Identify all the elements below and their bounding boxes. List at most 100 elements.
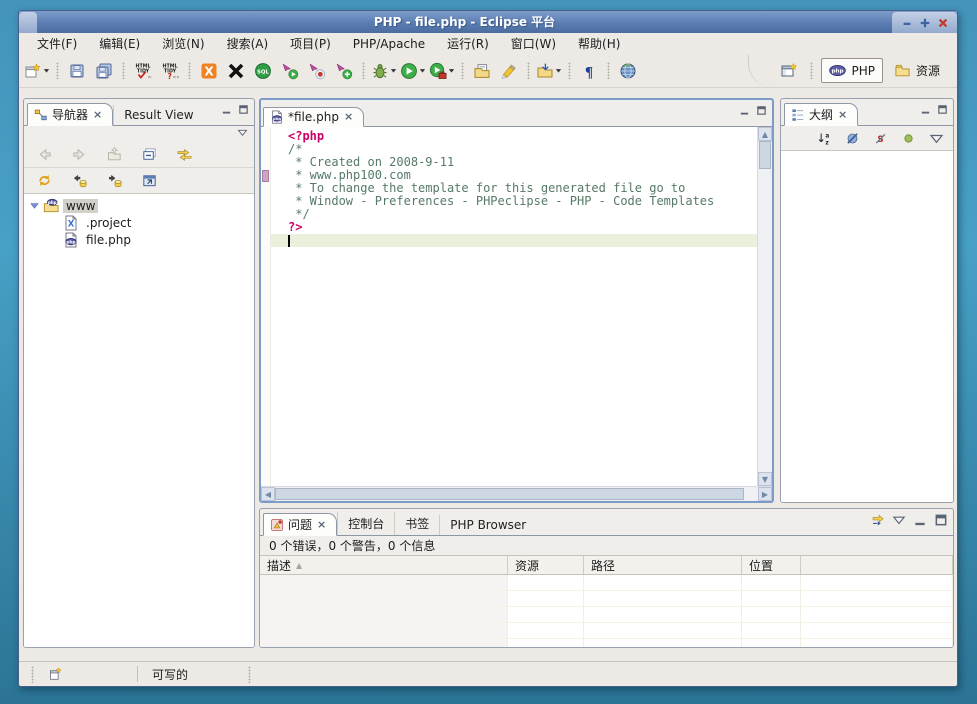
last-edit-location-button[interactable] <box>535 59 563 83</box>
menu-item-5[interactable]: PHP/Apache <box>345 35 433 53</box>
filter-button[interactable] <box>871 513 885 527</box>
refresh-button[interactable] <box>31 170 57 192</box>
scroll-down-icon[interactable]: ▼ <box>758 472 772 486</box>
dropdown-arrow-icon[interactable] <box>42 67 50 74</box>
dropdown-arrow-icon[interactable] <box>389 67 397 74</box>
run-button[interactable] <box>399 59 427 83</box>
tab-navigator[interactable]: 导航器× <box>27 103 113 126</box>
tree-item-www[interactable]: phpwww <box>24 197 254 214</box>
link-with-editor-button[interactable] <box>171 144 197 166</box>
column-header-3[interactable]: 位置 <box>742 556 801 574</box>
editor-tab-file-php[interactable]: php *file.php × <box>263 107 364 127</box>
expand-arrow-icon[interactable] <box>30 201 39 210</box>
up-button[interactable] <box>101 144 127 166</box>
column-header-1[interactable]: 资源 <box>508 556 584 574</box>
vertical-scroll-thumb[interactable] <box>759 141 771 169</box>
minimize-icon[interactable] <box>739 105 750 116</box>
new-wizard-button[interactable] <box>23 59 51 83</box>
view-menu-button[interactable] <box>892 513 906 527</box>
menu-item-0[interactable]: 文件(F) <box>29 33 85 54</box>
tab-书签[interactable]: 书签 <box>394 512 439 535</box>
close-icon[interactable]: × <box>837 110 848 120</box>
titlebar[interactable]: PHP - file.php - Eclipse 平台 <box>19 11 957 33</box>
view-menu-button[interactable] <box>926 128 946 148</box>
column-header-0[interactable]: 描述▲ <box>260 556 508 574</box>
save-all-button[interactable] <box>91 59 117 83</box>
minimize-button[interactable] <box>899 15 914 30</box>
menu-item-1[interactable]: 编辑(E) <box>91 33 148 54</box>
maximize-button[interactable] <box>917 15 932 30</box>
highlighter-button[interactable] <box>496 59 522 83</box>
show-in-window-button[interactable] <box>136 170 162 192</box>
save-button[interactable] <box>64 59 90 83</box>
fast-view-icon[interactable] <box>47 666 63 682</box>
perspective-资源-button[interactable]: 资源 <box>886 58 948 83</box>
minimize-icon[interactable] <box>221 104 232 115</box>
back-button[interactable] <box>31 144 57 166</box>
menu-item-2[interactable]: 浏览(N) <box>154 33 212 54</box>
next-target-button[interactable] <box>101 170 127 192</box>
maximize-icon[interactable] <box>756 105 767 116</box>
window-icon-tab[interactable] <box>19 12 37 33</box>
minimize-icon[interactable] <box>920 104 931 115</box>
debug-button[interactable] <box>370 59 398 83</box>
close-button[interactable] <box>935 15 950 30</box>
close-icon[interactable]: × <box>343 112 354 122</box>
menu-item-8[interactable]: 帮助(H) <box>570 33 628 54</box>
open-resource-button[interactable] <box>469 59 495 83</box>
scroll-up-icon[interactable]: ▲ <box>758 127 772 141</box>
tab-result-view[interactable]: Result View <box>113 105 203 125</box>
apache-start-button[interactable] <box>277 59 303 83</box>
perspective-php-button[interactable]: phpPHP <box>821 58 883 83</box>
open-perspective-button[interactable] <box>776 59 802 83</box>
vertical-scrollbar[interactable]: ▲ ▼ <box>757 127 772 486</box>
dropdown-arrow-icon[interactable] <box>447 67 455 74</box>
forward-button[interactable] <box>66 144 92 166</box>
apache-restart-button[interactable] <box>331 59 357 83</box>
code-editor[interactable]: <?php/* * Created on 2008-9-11 * www.php… <box>271 127 757 486</box>
view-menu-icon[interactable] <box>237 127 248 142</box>
xampp-stop-button[interactable] <box>223 59 249 83</box>
dropdown-arrow-icon[interactable] <box>418 67 426 74</box>
maximize-icon[interactable] <box>937 104 948 115</box>
close-icon[interactable]: × <box>316 520 327 530</box>
public-filter-button[interactable] <box>898 128 918 148</box>
maximize-icon[interactable] <box>238 104 249 115</box>
annotation-ruler[interactable] <box>261 127 271 486</box>
vertical-scroll-track[interactable] <box>758 141 772 472</box>
minimize-button[interactable] <box>913 513 927 527</box>
mysql-start-button[interactable]: SQL <box>250 59 276 83</box>
menu-item-4[interactable]: 项目(P) <box>282 33 339 54</box>
toolbar-group-0 <box>23 59 51 83</box>
html-tidy-help-button[interactable]: HTMLTIDY?<> <box>157 59 183 83</box>
tree-item-file-php[interactable]: phpfile.php <box>24 231 254 248</box>
tab-outline[interactable]: 大纲 × <box>784 103 858 126</box>
maximize-button[interactable] <box>934 513 948 527</box>
sort-az-button[interactable]: az <box>814 128 834 148</box>
tab-控制台[interactable]: 控制台 <box>337 512 394 535</box>
hide-static-button[interactable]: S <box>870 128 890 148</box>
menu-item-3[interactable]: 搜索(A) <box>219 33 277 54</box>
horizontal-scroll-thumb[interactable] <box>275 488 744 500</box>
menu-item-6[interactable]: 运行(R) <box>439 33 497 54</box>
external-tools-button[interactable] <box>428 59 456 83</box>
apache-stop-button[interactable] <box>304 59 330 83</box>
hide-variables-button[interactable] <box>842 128 862 148</box>
scroll-right-icon[interactable]: ▶ <box>758 487 772 501</box>
horizontal-scroll-track[interactable] <box>275 487 758 501</box>
dropdown-arrow-icon[interactable] <box>554 67 562 74</box>
collapse-all-button[interactable] <box>136 144 162 166</box>
scroll-left-icon[interactable]: ◀ <box>261 487 275 501</box>
tab-php-browser[interactable]: PHP Browser <box>439 515 536 535</box>
tree-item--project[interactable]: X.project <box>24 214 254 231</box>
html-tidy-check-button[interactable]: HTMLTIDY<> <box>130 59 156 83</box>
web-browser-button[interactable] <box>615 59 641 83</box>
xampp-start-button[interactable]: X <box>196 59 222 83</box>
tab-问题[interactable]: 问题× <box>263 513 337 536</box>
prev-target-button[interactable] <box>66 170 92 192</box>
menu-item-7[interactable]: 窗口(W) <box>503 33 564 54</box>
column-header-2[interactable]: 路径 <box>584 556 742 574</box>
close-icon[interactable]: × <box>92 110 103 120</box>
horizontal-scrollbar[interactable]: ◀ ▶ <box>261 486 772 501</box>
show-whitespace-button[interactable]: ¶ <box>576 59 602 83</box>
